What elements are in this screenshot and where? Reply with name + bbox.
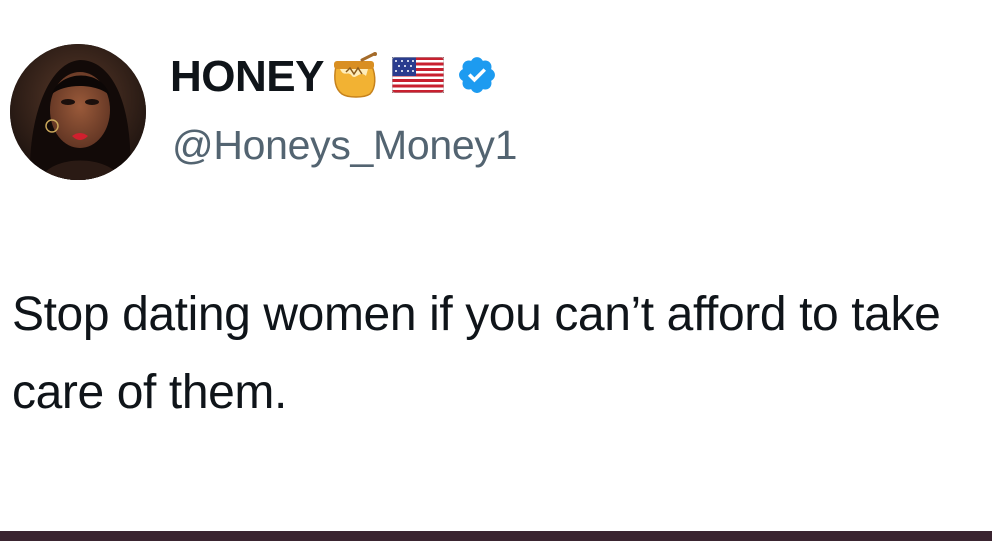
tweet-screenshot: HONEY @Honeys_Money1 Stop dating women i… <box>0 0 992 541</box>
avatar-image <box>10 44 146 180</box>
user-handle[interactable]: @Honeys_Money1 <box>172 120 517 170</box>
name-row: HONEY <box>170 51 498 103</box>
bottom-divider <box>0 531 992 541</box>
tweet-text: Stop dating women if you can’t afford to… <box>12 288 941 419</box>
avatar[interactable] <box>10 44 146 180</box>
display-name[interactable]: HONEY <box>170 52 324 102</box>
verified-badge-icon[interactable] <box>456 54 498 101</box>
honey-pot-icon <box>328 51 380 103</box>
us-flag-icon <box>391 56 445 98</box>
